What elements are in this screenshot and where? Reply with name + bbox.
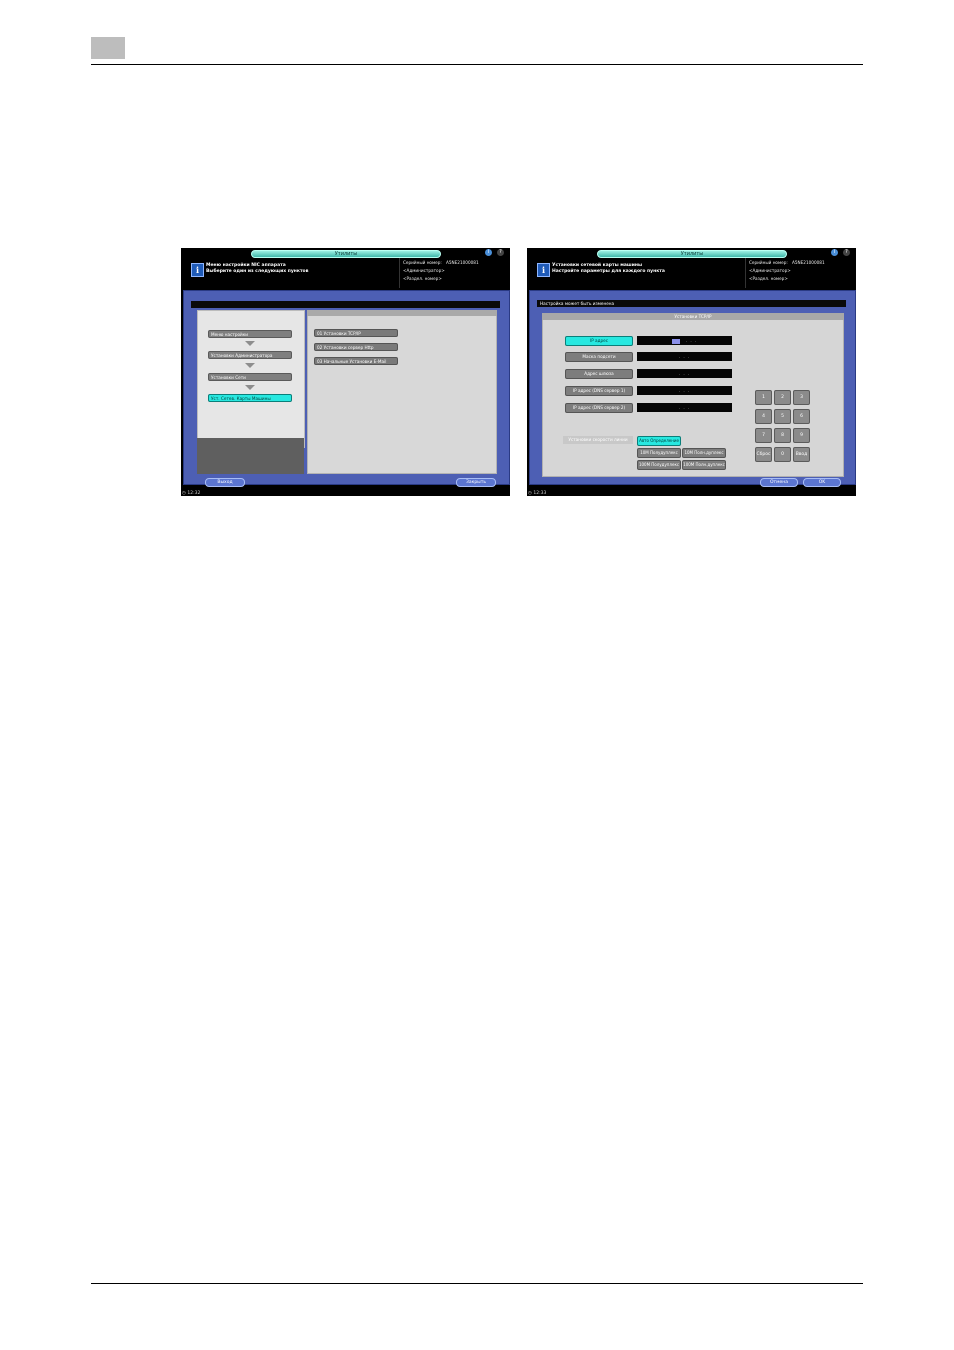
dns2-button[interactable]: IP адрес (DNS сервер 2)	[565, 403, 633, 413]
message-text: Установки сетевой карты машины Настройте…	[552, 263, 742, 275]
title-bar: Утилиты i ?	[527, 248, 856, 258]
clock: ◷ 12:33	[528, 491, 547, 496]
message-band: i Установки сетевой карты машины Настрой…	[527, 258, 856, 288]
ip-address-field[interactable]: . . .	[637, 336, 732, 345]
keypad-key-7[interactable]: 7	[755, 428, 772, 443]
speed-100m-half-button[interactable]: 100M Полудуплекс	[637, 460, 681, 470]
machine-info: Серийный номер: A5NE21000081 <Администра…	[399, 258, 510, 288]
utilities-title: Утилиты	[597, 250, 787, 258]
section-number: <Раздел. номер>	[749, 276, 788, 281]
keypad-key-0[interactable]: 0	[774, 447, 791, 462]
info-round-icon[interactable]: i	[485, 249, 492, 256]
down-arrow-icon	[245, 363, 255, 368]
close-button[interactable]: Закрыть	[456, 478, 496, 487]
dns1-button[interactable]: IP адрес (DNS сервер 1)	[565, 386, 633, 396]
down-arrow-icon	[245, 385, 255, 390]
keypad-key-4[interactable]: 4	[755, 409, 772, 424]
keypad-enter[interactable]: Ввод	[793, 447, 810, 462]
keypad-key-9[interactable]: 9	[793, 428, 810, 443]
panel-title: Установки TCP/IP	[542, 313, 844, 320]
notice-strip: Настройка может быть изменена	[537, 300, 846, 307]
title-bar: Утилиты i ?	[181, 248, 510, 258]
help-icon[interactable]: ?	[843, 249, 850, 256]
speed-100m-full-button[interactable]: 100M Полн.дуплекс	[682, 460, 726, 470]
screenshot-tcpip-settings: Утилиты i ? i Установки сетевой карты ма…	[527, 248, 856, 496]
input-cursor	[671, 338, 680, 344]
flow-item-network-settings[interactable]: Установки Сети	[208, 373, 292, 381]
keypad-key-5[interactable]: 5	[774, 409, 791, 424]
ip-address-value: . . .	[685, 338, 698, 343]
dns2-field[interactable]: . . .	[637, 403, 732, 412]
clock-time: 12:32	[187, 491, 201, 496]
chapter-number-box	[91, 37, 125, 59]
help-icon[interactable]: ?	[497, 249, 504, 256]
serial-label: Серийный номер:	[403, 260, 442, 265]
footer-rule	[91, 1283, 863, 1284]
cancel-button[interactable]: Отмена	[760, 478, 798, 487]
menu-item-tcpip[interactable]: 01 Установки TCP/IP	[314, 329, 398, 337]
clock-time: 12:33	[533, 491, 547, 496]
subnet-mask-field[interactable]: . . .	[637, 352, 732, 361]
keypad-key-6[interactable]: 6	[793, 409, 810, 424]
utilities-title: Утилиты	[251, 250, 441, 258]
ok-button[interactable]: OK	[803, 478, 841, 487]
keypad-clear[interactable]: Сброс	[755, 447, 772, 462]
info-icon: i	[537, 263, 550, 277]
speed-10m-half-button[interactable]: 10M Полудуплекс	[637, 448, 681, 458]
info-icon: i	[191, 263, 204, 277]
menu-item-email[interactable]: 03 Начальные Установки E-Mail	[314, 357, 398, 365]
machine-info: Серийный номер: A5NE21000081 <Администра…	[745, 258, 856, 288]
serial-label: Серийный номер:	[749, 260, 788, 265]
menu-panel-header	[307, 310, 497, 316]
ip-address-button[interactable]: IP адрес	[565, 336, 633, 346]
gateway-field[interactable]: . . .	[637, 369, 732, 378]
speed-10m-full-button[interactable]: 10M Полн.дуплекс	[682, 448, 726, 458]
flow-item-admin-settings[interactable]: Установки Администратора	[208, 351, 292, 359]
down-arrow-icon	[245, 341, 255, 346]
user-role: <Администратор>	[749, 268, 791, 273]
info-round-icon[interactable]: i	[831, 249, 838, 256]
keypad-key-8[interactable]: 8	[774, 428, 791, 443]
subnet-mask-button[interactable]: Маска подсети	[565, 352, 633, 362]
gateway-button[interactable]: Адрес шлюза	[565, 369, 633, 379]
message-band: i Меню настройки NIC аппарата Выберите о…	[181, 258, 510, 288]
keypad-key-1[interactable]: 1	[755, 390, 772, 405]
navigation-footer	[197, 438, 304, 474]
speed-auto-button[interactable]: Авто Определение	[637, 436, 681, 446]
path-strip	[191, 301, 500, 308]
message-line-2: Выберите один из следующих пунктов	[206, 269, 309, 274]
flow-item-nic-settings[interactable]: Уст. Сетев. Карты Машины	[208, 394, 292, 402]
keypad-key-2[interactable]: 2	[774, 390, 791, 405]
clock: ◷ 12:32	[182, 491, 201, 496]
screenshot-nic-settings-menu: Утилиты i ? i Меню настройки NIC аппарат…	[181, 248, 510, 496]
line-speed-label: Установки скорости линии	[563, 436, 633, 444]
menu-item-http-server[interactable]: 02 Установки сервер Http	[314, 343, 398, 351]
section-number: <Раздел. номер>	[403, 276, 442, 281]
dns1-field[interactable]: . . .	[637, 386, 732, 395]
flow-item-setup-menu[interactable]: Меню настройки	[208, 330, 292, 338]
exit-button[interactable]: Выход	[205, 478, 245, 487]
message-line-2: Настройте параметры для каждого пункта	[552, 269, 665, 274]
message-text: Меню настройки NIC аппарата Выберите оди…	[206, 263, 396, 275]
serial-value: A5NE21000081	[446, 260, 479, 265]
header-rule	[91, 64, 863, 65]
keypad-key-3[interactable]: 3	[793, 390, 810, 405]
serial-value: A5NE21000081	[792, 260, 825, 265]
user-role: <Администратор>	[403, 268, 445, 273]
